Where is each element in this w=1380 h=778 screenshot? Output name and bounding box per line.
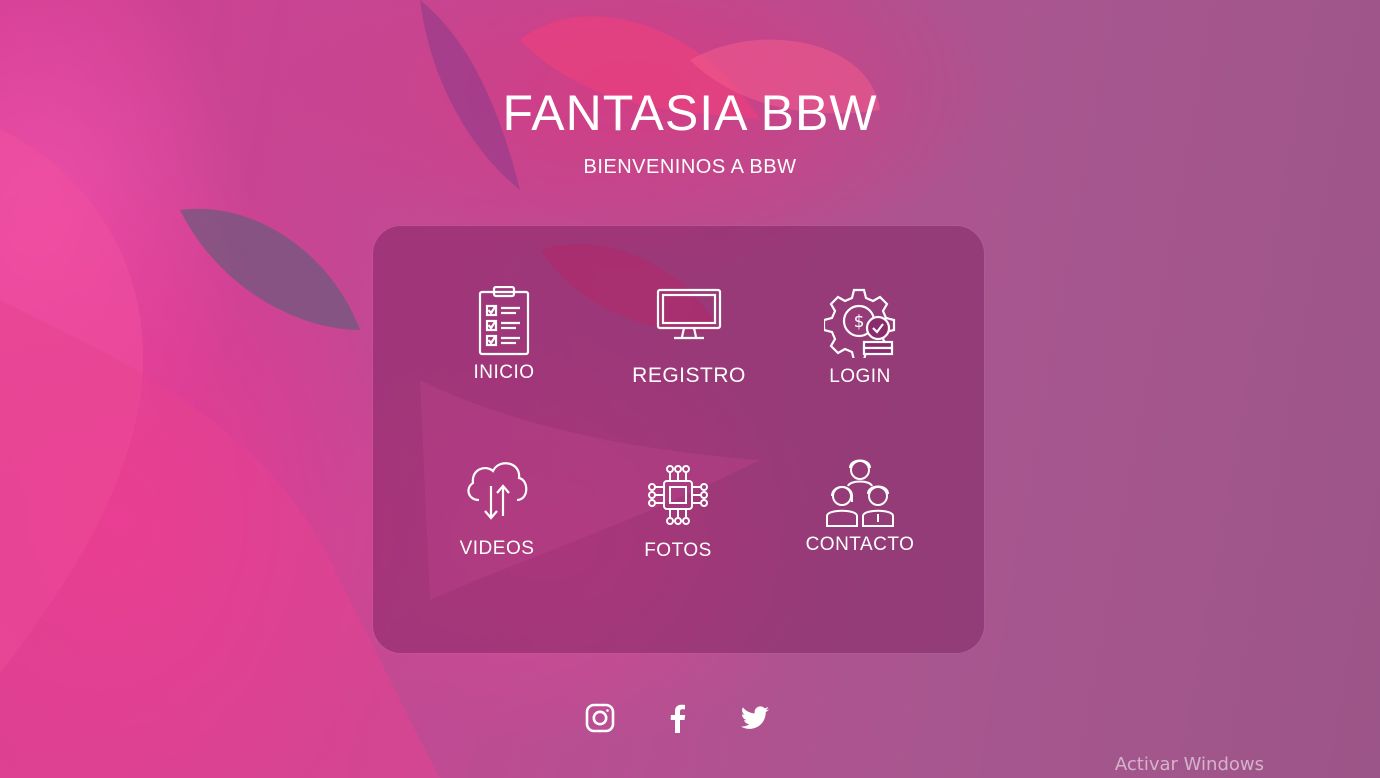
- menu-item-label: FOTOS: [644, 540, 712, 561]
- menu-panel: INICIO REGISTRO $ LOGIN VIDEOS FOTOS CON…: [373, 226, 984, 653]
- social-links: [0, 702, 1380, 736]
- twitter-icon: [740, 706, 769, 729]
- people-group-icon: [826, 459, 894, 527]
- twitter-link[interactable]: [739, 702, 773, 736]
- menu-item-fotos[interactable]: FOTOS: [588, 464, 768, 562]
- menu-item-videos[interactable]: VIDEOS: [407, 456, 587, 560]
- header: FANTASIA BBW BIENVENINOS A BBW: [0, 78, 1380, 179]
- menu-item-contacto[interactable]: CONTACTO: [770, 456, 950, 556]
- gear-dollar-check-icon: $: [824, 288, 896, 358]
- site-subtitle: BIENVENINOS A BBW: [583, 156, 797, 178]
- facebook-icon: [670, 704, 686, 733]
- menu-item-inicio[interactable]: INICIO: [414, 286, 594, 384]
- instagram-link[interactable]: [584, 702, 618, 736]
- instagram-icon: [585, 703, 615, 733]
- windows-activation-watermark: Activar Windows: [1114, 754, 1264, 775]
- site-title: FANTASIA BBW: [502, 85, 878, 141]
- clipboard-checklist-icon: [478, 286, 530, 356]
- menu-item-label: INICIO: [473, 362, 535, 383]
- menu-item-label: VIDEOS: [459, 538, 535, 559]
- cloud-transfer-icon: [467, 462, 528, 520]
- facebook-link[interactable]: [662, 702, 696, 736]
- monitor-icon: [656, 288, 722, 340]
- menu-item-login[interactable]: $ LOGIN: [770, 286, 950, 388]
- chip-icon: [648, 465, 708, 525]
- menu-item-registro[interactable]: REGISTRO: [599, 288, 779, 388]
- menu-item-label: LOGIN: [829, 366, 891, 387]
- menu-item-label: CONTACTO: [805, 534, 915, 555]
- svg-text:$: $: [854, 312, 865, 332]
- menu-item-label: REGISTRO: [632, 364, 746, 387]
